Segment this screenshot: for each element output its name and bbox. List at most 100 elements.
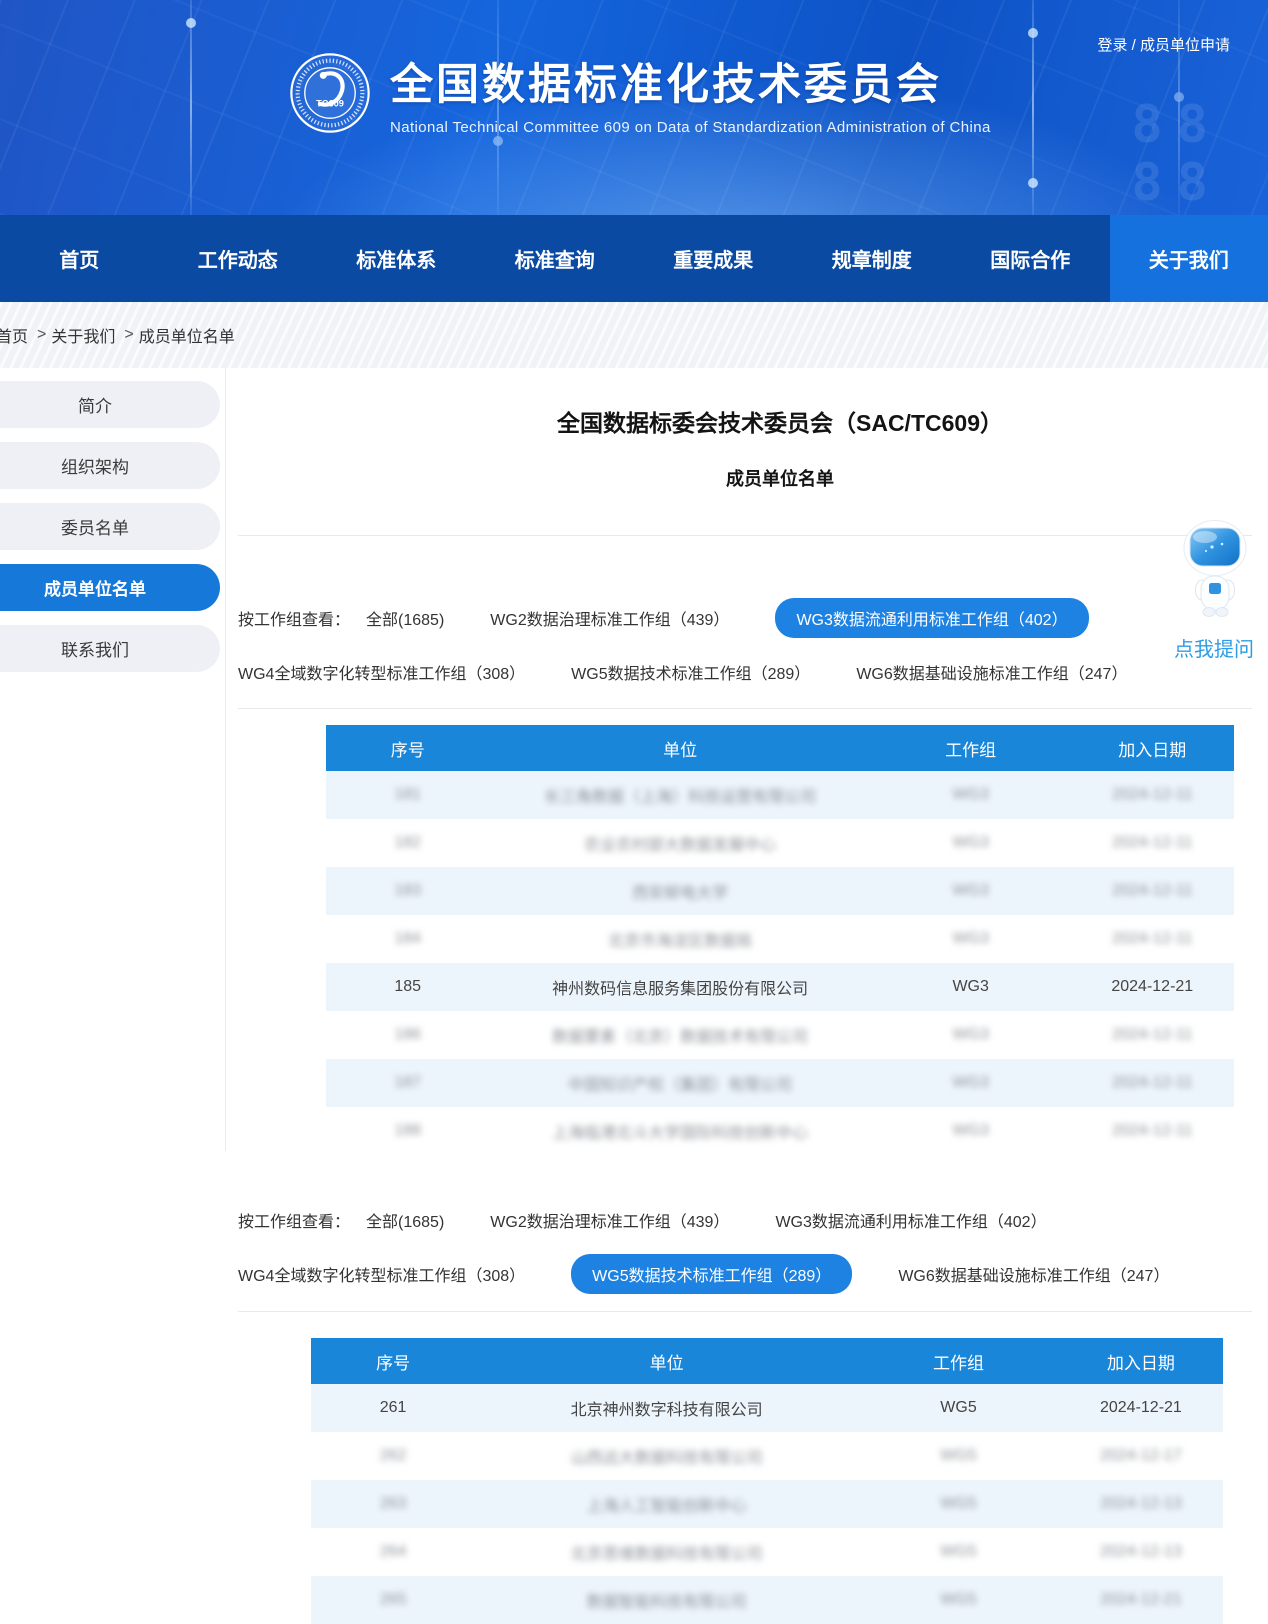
- nav-item-7[interactable]: 国际合作: [951, 215, 1110, 302]
- filter-tab[interactable]: 全部(1685): [366, 599, 444, 637]
- page-title: 全国数据标委会技术委员会（SAC/TC609）: [326, 404, 1234, 438]
- table-row: 181长三角数据（上海）科技运营有限公司WG32024-12-11: [326, 771, 1234, 819]
- table-row: 261北京神州数字科技有限公司WG52024-12-21: [311, 1384, 1223, 1432]
- row-join-date: 2024-12-21: [1071, 978, 1234, 996]
- row-unit: 神州数码信息服务集团股份有限公司: [489, 975, 870, 999]
- filter-tab[interactable]: WG6数据基础设施标准工作组（247）: [856, 653, 1127, 691]
- assistant-label[interactable]: 点我提问: [1166, 633, 1262, 662]
- member-section-wg3: 按工作组查看：全部(1685)WG2数据治理标准工作组（439）WG3数据流通利…: [226, 598, 1268, 1155]
- filter-tab[interactable]: 全部(1685): [366, 1201, 444, 1239]
- row-no: 261: [311, 1399, 475, 1417]
- breadcrumb-item-1[interactable]: 首页: [0, 323, 28, 347]
- row-join-date: 2024-12-11: [1071, 1074, 1234, 1092]
- site-subtitle-en: National Technical Committee 609 on Data…: [390, 119, 991, 136]
- sidebar-item-2[interactable]: 组织架构: [0, 442, 220, 489]
- row-workgroup: WG5: [858, 1399, 1059, 1417]
- ai-assistant[interactable]: 点我提问: [1166, 520, 1262, 662]
- divider: [238, 1311, 1252, 1312]
- filter-tab[interactable]: WG2数据治理标准工作组（439）: [490, 599, 729, 637]
- tc609-logo-icon: TC609: [288, 51, 372, 135]
- table-row: 186数据要素（北京）数据技术有限公司WG32024-12-11: [326, 1011, 1234, 1059]
- main-nav: 首页工作动态标准体系标准查询重要成果规章制度国际合作关于我们: [0, 215, 1268, 302]
- row-workgroup: WG5: [858, 1495, 1059, 1513]
- nav-item-2[interactable]: 工作动态: [159, 215, 318, 302]
- table-row: 262山西远大数据科技有限公司WG52024-12-17: [311, 1432, 1223, 1480]
- sidebar-item-3[interactable]: 委员名单: [0, 503, 220, 550]
- row-workgroup: WG3: [871, 882, 1071, 900]
- row-join-date: 2024-12-11: [1071, 1026, 1234, 1044]
- row-unit: 数据要素（北京）数据技术有限公司: [489, 1023, 870, 1047]
- row-unit: 农业农村部大数据发展中心: [489, 831, 870, 855]
- row-no: 262: [311, 1447, 475, 1465]
- sidebar-item-1[interactable]: 简介: [0, 381, 220, 428]
- filter-tab[interactable]: WG3数据流通利用标准工作组（402）: [775, 598, 1088, 638]
- row-workgroup: WG3: [871, 834, 1071, 852]
- table-row: 184北京市海淀区数据局WG32024-12-11: [326, 915, 1234, 963]
- nav-item-4[interactable]: 标准查询: [476, 215, 635, 302]
- sidebar-item-5[interactable]: 联系我们: [0, 625, 220, 672]
- divider: [238, 535, 1252, 536]
- member-table-1: 序号单位工作组加入日期181长三角数据（上海）科技运营有限公司WG32024-1…: [326, 725, 1234, 1155]
- row-no: 185: [326, 978, 489, 996]
- row-workgroup: WG3: [871, 978, 1071, 996]
- row-unit: 北京市海淀区数据局: [489, 927, 870, 951]
- table-row: 265数据智能科技有限公司WG52024-12-21: [311, 1576, 1223, 1624]
- row-unit: 上海人工智能创新中心: [475, 1492, 858, 1516]
- row-no: 182: [326, 834, 489, 852]
- row-unit: 北京思维数据科技有限公司: [475, 1540, 858, 1564]
- filter-row: 按工作组查看：全部(1685)WG2数据治理标准工作组（439）WG3数据流通利…: [238, 598, 1268, 638]
- breadcrumb-item-2[interactable]: 关于我们: [51, 323, 115, 347]
- table-row: 185神州数码信息服务集团股份有限公司WG32024-12-21: [326, 963, 1234, 1011]
- filter-tab[interactable]: WG6数据基础设施标准工作组（247）: [898, 1255, 1169, 1293]
- row-no: 265: [311, 1591, 475, 1609]
- filter-tab[interactable]: WG3数据流通利用标准工作组（402）: [775, 1201, 1046, 1239]
- decor-digits: 8888: [1131, 96, 1222, 212]
- divider: [238, 708, 1252, 709]
- filter-group-1: 按工作组查看：全部(1685)WG2数据治理标准工作组（439）WG3数据流通利…: [238, 598, 1268, 691]
- nav-item-5[interactable]: 重要成果: [634, 215, 793, 302]
- nav-item-6[interactable]: 规章制度: [793, 215, 952, 302]
- breadcrumb-separator: >: [124, 326, 133, 344]
- filter-group-2: 按工作组查看：全部(1685)WG2数据治理标准工作组（439）WG3数据流通利…: [238, 1201, 1268, 1294]
- table-row: 264北京思维数据科技有限公司WG52024-12-13: [311, 1528, 1223, 1576]
- column-header: 加入日期: [1059, 1349, 1223, 1374]
- filter-tab[interactable]: WG4全域数字化转型标准工作组（308）: [238, 1255, 525, 1293]
- nav-item-8[interactable]: 关于我们: [1110, 215, 1268, 302]
- filter-tab[interactable]: WG2数据治理标准工作组（439）: [490, 1201, 729, 1239]
- filter-tab[interactable]: WG5数据技术标准工作组（289）: [571, 653, 810, 691]
- row-no: 186: [326, 1026, 489, 1044]
- table-row: 183西安邮电大学WG32024-12-11: [326, 867, 1234, 915]
- column-header: 工作组: [871, 736, 1071, 761]
- row-workgroup: WG3: [871, 930, 1071, 948]
- nav-item-3[interactable]: 标准体系: [317, 215, 476, 302]
- login-member-apply-links[interactable]: 登录 / 成员单位申请: [1097, 34, 1230, 55]
- member-table-2: 序号单位工作组加入日期261北京神州数字科技有限公司WG52024-12-212…: [311, 1338, 1223, 1624]
- row-join-date: 2024-12-11: [1071, 834, 1234, 852]
- breadcrumb: 首页>关于我们>成员单位名单: [0, 302, 1268, 368]
- row-no: 188: [326, 1122, 489, 1140]
- table-header-row: 序号单位工作组加入日期: [326, 725, 1234, 771]
- row-workgroup: WG3: [871, 1122, 1071, 1140]
- nav-item-1[interactable]: 首页: [0, 215, 159, 302]
- sidebar-item-4[interactable]: 成员单位名单: [0, 564, 220, 611]
- robot-mascot-icon[interactable]: [1172, 520, 1256, 620]
- column-header: 工作组: [858, 1349, 1059, 1374]
- row-join-date: 2024-12-13: [1059, 1543, 1223, 1561]
- row-workgroup: WG5: [858, 1447, 1059, 1465]
- filter-row: 按工作组查看：全部(1685)WG2数据治理标准工作组（439）WG3数据流通利…: [238, 1201, 1268, 1239]
- row-join-date: 2024-12-11: [1071, 930, 1234, 948]
- row-join-date: 2024-12-21: [1059, 1399, 1223, 1417]
- breadcrumb-item-3: 成员单位名单: [139, 323, 235, 347]
- row-no: 263: [311, 1495, 475, 1513]
- row-unit: 北京神州数字科技有限公司: [475, 1396, 858, 1420]
- table-header-row: 序号单位工作组加入日期: [311, 1338, 1223, 1384]
- filter-tab[interactable]: WG4全域数字化转型标准工作组（308）: [238, 653, 525, 691]
- row-unit: 上海临港北斗大学国际科技创新中心: [489, 1119, 870, 1143]
- row-workgroup: WG5: [858, 1543, 1059, 1561]
- row-workgroup: WG3: [871, 786, 1071, 804]
- filter-tab[interactable]: WG5数据技术标准工作组（289）: [571, 1254, 852, 1294]
- table-row: 182农业农村部大数据发展中心WG32024-12-11: [326, 819, 1234, 867]
- row-no: 184: [326, 930, 489, 948]
- column-header: 单位: [489, 736, 870, 761]
- site-title: 全国数据标准化技术委员会: [390, 50, 991, 112]
